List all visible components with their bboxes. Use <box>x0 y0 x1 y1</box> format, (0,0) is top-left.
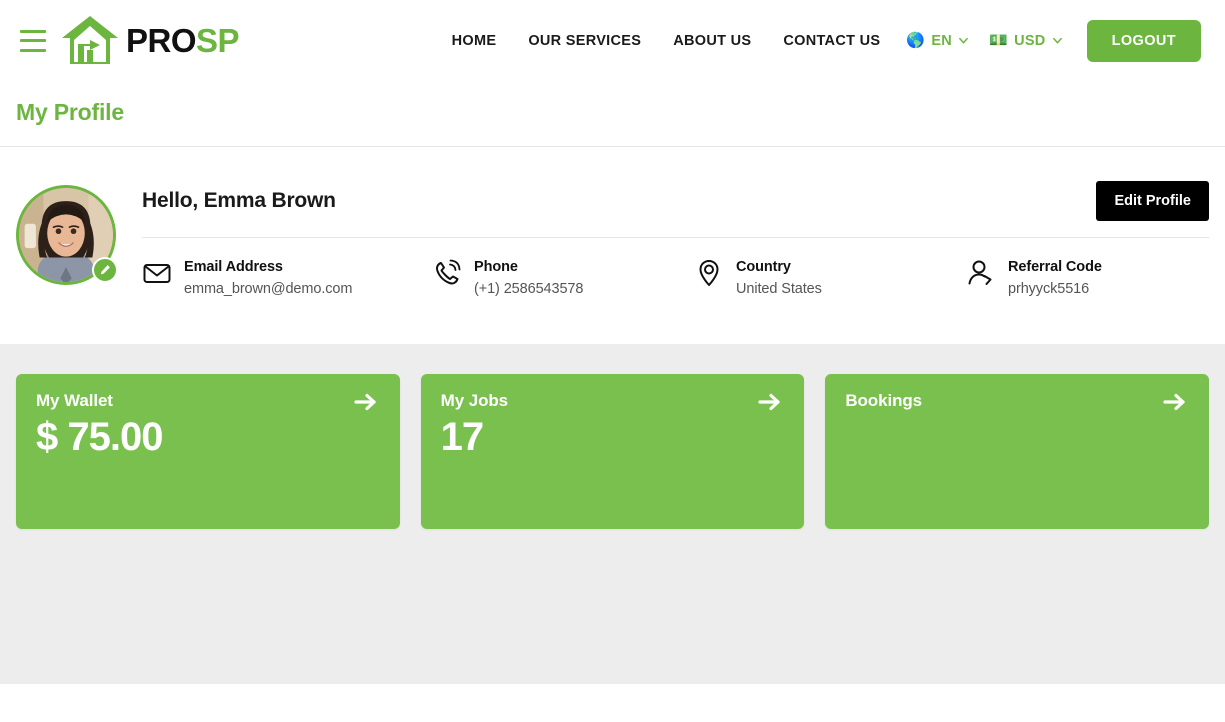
detail-text: Country United States <box>736 258 822 300</box>
currency-selector[interactable]: 💵 USD <box>979 33 1073 49</box>
stat-card-my-wallet[interactable]: My Wallet $ 75.00 <box>16 374 400 529</box>
greeting-text: Hello, Emma Brown <box>142 189 336 212</box>
chevron-down-icon <box>1052 37 1062 44</box>
language-label: EN <box>931 32 953 49</box>
language-selector[interactable]: 🌎 EN <box>896 33 979 49</box>
edit-profile-button[interactable]: Edit Profile <box>1096 181 1209 221</box>
stat-card-my-jobs[interactable]: My Jobs 17 <box>420 374 805 529</box>
nav-link-our-services[interactable]: OUR SERVICES <box>512 33 657 49</box>
page-title: My Profile <box>16 99 124 125</box>
money-icon: 💵 <box>989 32 1009 49</box>
house-tool-logo-icon <box>62 15 118 64</box>
detail-label: Email Address <box>184 259 283 275</box>
stat-value: $ 75.00 <box>36 415 163 459</box>
detail-text: Email Address emma_brown@demo.com <box>184 258 352 300</box>
page-title-bar: My Profile <box>0 81 1225 147</box>
hamburger-bar <box>20 39 46 42</box>
site-header: PROSP HOME OUR SERVICES ABOUT US CONTACT… <box>0 0 1225 81</box>
profile-card: Hello, Emma Brown Edit Profile Email Add… <box>0 147 1225 344</box>
avatar-wrapper <box>16 185 118 285</box>
stat-label: My Wallet <box>36 391 113 410</box>
referral-user-icon <box>966 258 996 288</box>
stat-label: My Jobs <box>440 391 508 410</box>
location-pin-icon <box>694 258 724 288</box>
arrow-right-icon[interactable] <box>352 388 380 416</box>
envelope-icon <box>142 258 172 288</box>
detail-value: prhyyck5516 <box>1008 280 1090 297</box>
stat-label: Bookings <box>845 391 922 410</box>
detail-value: (+1) 2586543578 <box>474 280 584 297</box>
nav-link-contact-us[interactable]: CONTACT US <box>767 33 896 49</box>
detail-text: Referral Code prhyyck5516 <box>1008 258 1102 300</box>
stat-value <box>845 415 1189 459</box>
currency-label: USD <box>1014 32 1046 49</box>
detail-value: United States <box>736 280 822 297</box>
detail-label: Phone <box>474 259 518 275</box>
main-navigation: HOME OUR SERVICES ABOUT US CONTACT US 🌎 … <box>452 19 1201 62</box>
stat-value: 17 <box>440 415 484 459</box>
detail-label: Referral Code <box>1008 259 1102 275</box>
detail-phone: Phone (+1) 2586543578 <box>432 258 694 300</box>
chevron-down-icon <box>959 37 968 44</box>
hamburger-bar <box>20 48 46 52</box>
stat-card-row: My Wallet $ 75.00 My Jobs 17 Bookings <box>16 374 1210 529</box>
pencil-icon <box>100 265 110 275</box>
detail-label: Country <box>736 259 791 275</box>
nav-link-home[interactable]: HOME <box>452 33 513 49</box>
globe-icon: 🌎 <box>906 32 926 49</box>
edit-avatar-button[interactable] <box>92 257 118 283</box>
logo[interactable]: PROSP <box>60 14 240 68</box>
logo-text-accent: SP <box>196 22 240 59</box>
phone-icon <box>432 258 462 288</box>
nav-link-about-us[interactable]: ABOUT US <box>657 33 767 49</box>
profile-details-row: Email Address emma_brown@demo.com Phone … <box>142 238 1209 300</box>
hamburger-icon[interactable] <box>20 29 46 52</box>
hamburger-bar <box>20 29 46 33</box>
detail-value: emma_brown@demo.com <box>184 280 353 297</box>
arrow-right-icon[interactable] <box>1161 388 1189 416</box>
logo-text-primary: PRO <box>126 22 197 59</box>
logo-text: PROSP <box>126 22 240 59</box>
detail-email-address: Email Address emma_brown@demo.com <box>142 258 432 300</box>
detail-text: Phone (+1) 2586543578 <box>474 258 583 300</box>
logout-button[interactable]: LOGOUT <box>1086 19 1201 62</box>
profile-header-row: Hello, Emma Brown Edit Profile <box>142 181 1209 238</box>
detail-country: Country United States <box>694 258 966 300</box>
dashboard-content: My Wallet $ 75.00 My Jobs 17 Bookings <box>0 344 1225 684</box>
stat-card-bookings[interactable]: Bookings <box>825 374 1210 529</box>
arrow-right-icon[interactable] <box>756 388 784 416</box>
footer-strip <box>0 684 1225 709</box>
profile-main: Hello, Emma Brown Edit Profile Email Add… <box>142 177 1209 300</box>
detail-referral-code: Referral Code prhyyck5516 <box>966 258 1209 300</box>
